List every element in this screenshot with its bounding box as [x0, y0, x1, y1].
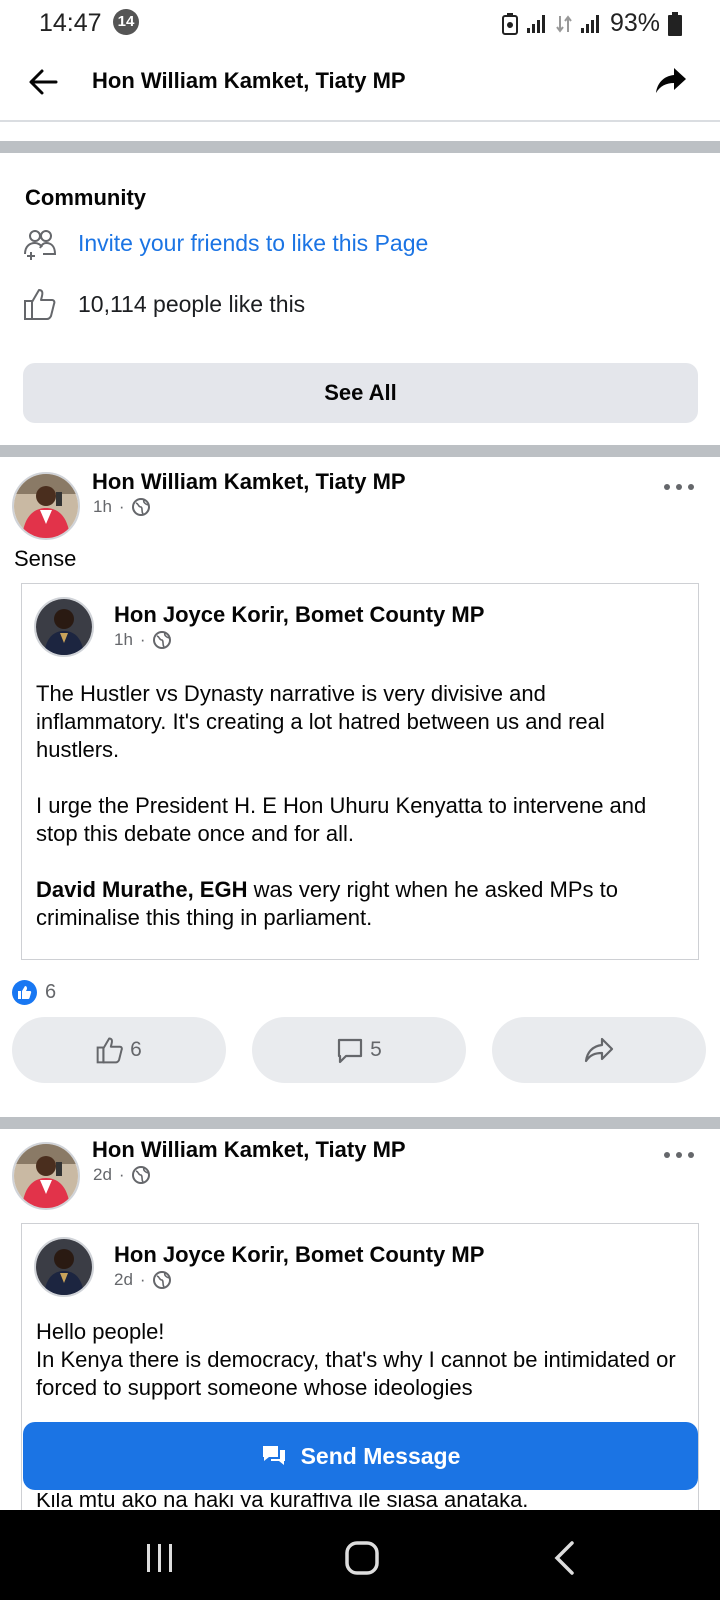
thumbs-up-icon — [96, 1037, 123, 1064]
notification-badge: 14 — [113, 9, 139, 35]
shared-post-author[interactable]: Hon Joyce Korir, Bomet County MP — [114, 602, 484, 628]
globe-icon — [152, 1271, 171, 1289]
share-icon — [584, 1037, 614, 1063]
invite-friends-link[interactable]: Invite your friends to like this Page — [78, 230, 428, 257]
thumbs-up-icon — [22, 286, 58, 322]
post-meta: 1h · — [93, 497, 150, 517]
recent-apps-icon — [147, 1544, 172, 1572]
recycle-icon — [501, 12, 518, 35]
section-divider — [0, 445, 720, 457]
shared-paragraph: The Hustler vs Dynasty narrative is very… — [36, 681, 605, 762]
home-button[interactable] — [342, 1538, 382, 1578]
like-button[interactable]: 6 — [12, 1017, 226, 1083]
shared-post-text: Hello people! In Kenya there is democrac… — [36, 1318, 676, 1402]
battery-icon — [668, 11, 682, 36]
status-bar: 14:47 14 93% — [0, 0, 720, 46]
invite-friends-icon — [22, 225, 58, 261]
shared-author-avatar[interactable] — [34, 597, 94, 657]
comment-button[interactable]: 5 — [252, 1017, 466, 1083]
shared-paragraph-mention: David Murathe, EGH was very right when h… — [36, 876, 676, 932]
chevron-left-icon — [554, 1541, 574, 1575]
community-section: Community Invite your friends to like th… — [0, 153, 720, 445]
avatar[interactable] — [12, 472, 80, 540]
see-all-button[interactable]: See All — [23, 363, 698, 423]
post: Hon William Kamket, Tiaty MP 1h · Sense … — [0, 457, 720, 1117]
post-author[interactable]: Hon William Kamket, Tiaty MP — [92, 469, 406, 495]
shared-post-time[interactable]: 2d — [114, 1270, 133, 1290]
send-message-label: Send Message — [300, 1442, 461, 1469]
back-button[interactable] — [26, 64, 62, 100]
chat-bubbles-icon — [262, 1446, 285, 1465]
globe-icon — [152, 631, 171, 649]
shared-post-time[interactable]: 1h — [114, 630, 133, 650]
page-likes-count: 10,114 people like this — [78, 290, 306, 317]
share-arrow-icon — [656, 68, 686, 93]
reaction-summary[interactable]: 6 — [12, 980, 56, 1005]
cutoff-post-text: Kila mtu ako na haki ya kuraffiya ile si… — [36, 1493, 529, 1507]
comment-count: 5 — [370, 1038, 382, 1061]
shared-post-author[interactable]: Hon Joyce Korir, Bomet County MP — [114, 1242, 484, 1268]
shared-post[interactable]: Hon Joyce Korir, Bomet County MP 1h · Th… — [21, 583, 699, 960]
post-author[interactable]: Hon William Kamket, Tiaty MP — [92, 1137, 406, 1163]
shared-line: In Kenya there is democracy, that's why … — [36, 1347, 676, 1400]
avatar[interactable] — [12, 1142, 80, 1210]
shared-post-text: The Hustler vs Dynasty narrative is very… — [36, 680, 676, 960]
community-title: Community — [25, 185, 146, 210]
home-icon — [345, 1541, 379, 1575]
share-button[interactable] — [654, 64, 688, 98]
page-title: Hon William Kamket, Tiaty MP — [92, 68, 406, 93]
more-options-button[interactable] — [664, 481, 694, 493]
reaction-count: 6 — [45, 981, 57, 1003]
status-time: 14:47 — [39, 9, 102, 37]
app-header: Hon William Kamket, Tiaty MP — [0, 46, 720, 122]
back-nav-button[interactable] — [544, 1538, 584, 1578]
data-arrows-icon — [556, 14, 572, 33]
page-likes-row: 10,114 people like this — [22, 286, 305, 322]
arrow-left-icon — [29, 69, 58, 95]
comment-icon — [338, 1038, 363, 1064]
post-meta: 2d · — [93, 1165, 150, 1185]
post-time[interactable]: 2d — [93, 1165, 112, 1185]
battery-percentage: 93% — [609, 9, 660, 37]
shared-post-meta: 1h · — [114, 630, 171, 650]
like-count: 6 — [130, 1038, 142, 1061]
share-post-button[interactable] — [492, 1017, 706, 1083]
shared-post-meta: 2d · — [114, 1270, 171, 1290]
post-time[interactable]: 1h — [93, 497, 112, 517]
status-icons: 93% — [501, 9, 682, 38]
like-reaction-icon — [12, 980, 37, 1005]
globe-icon — [131, 1166, 150, 1184]
shared-line: Hello people! — [36, 1319, 165, 1344]
send-message-button[interactable]: Send Message — [23, 1422, 698, 1490]
invite-friends-row[interactable]: Invite your friends to like this Page — [22, 225, 428, 261]
post-caption: Sense — [14, 546, 77, 571]
shared-paragraph: I urge the President H. E Hon Uhuru Keny… — [36, 793, 647, 846]
signal-icon-2 — [580, 14, 599, 33]
system-nav-bar — [0, 1510, 720, 1600]
more-options-button[interactable] — [664, 1149, 694, 1161]
section-divider — [0, 1117, 720, 1129]
signal-icon — [526, 14, 545, 33]
shared-author-avatar[interactable] — [34, 1237, 94, 1297]
recent-apps-button[interactable] — [140, 1538, 180, 1578]
globe-icon — [131, 498, 150, 516]
mention-link[interactable]: David Murathe, EGH — [36, 877, 247, 902]
section-divider — [0, 141, 720, 153]
